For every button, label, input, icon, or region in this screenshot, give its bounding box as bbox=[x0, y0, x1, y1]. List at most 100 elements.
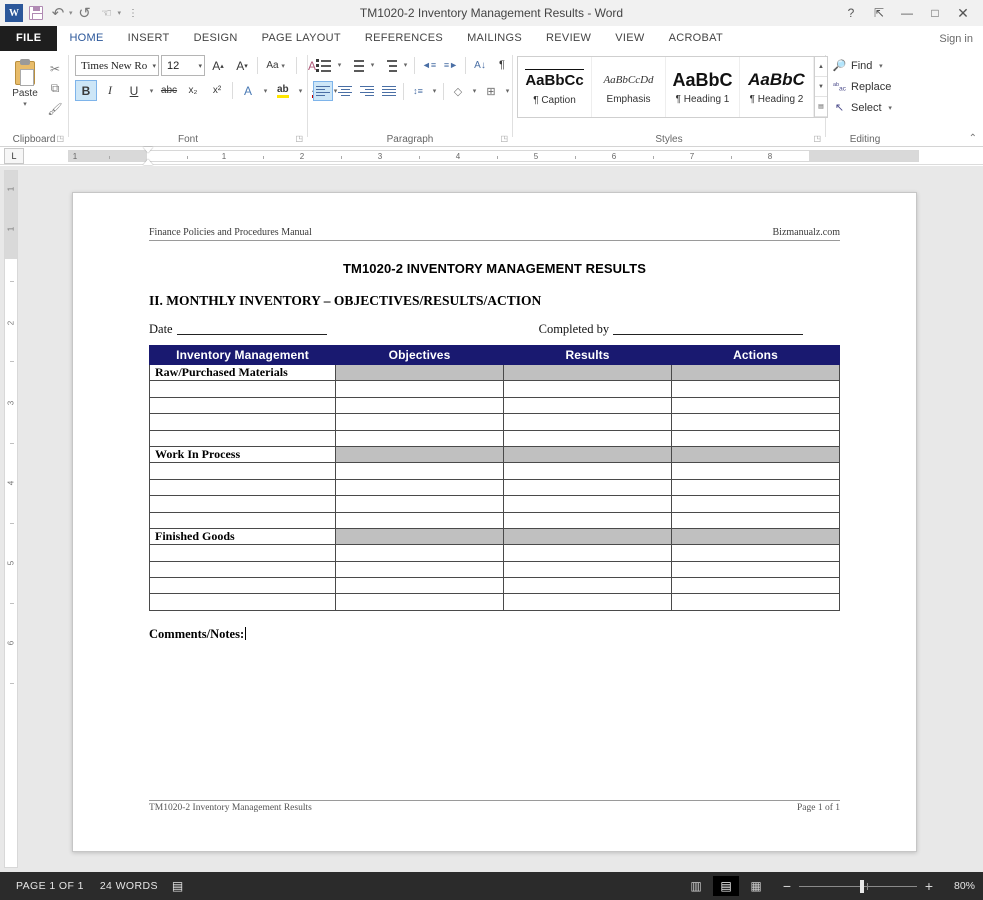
borders-icon[interactable]: ⊞ bbox=[481, 81, 501, 101]
text-effects-caret-icon[interactable]: ▾ bbox=[261, 87, 270, 95]
first-line-indent-marker[interactable] bbox=[143, 147, 153, 153]
table-cell[interactable] bbox=[335, 413, 504, 431]
table-cell[interactable] bbox=[503, 527, 672, 546]
ribbon-display-options-icon[interactable]: ⇱ bbox=[865, 0, 893, 26]
table-cell[interactable] bbox=[671, 413, 840, 431]
align-right-button[interactable] bbox=[357, 81, 377, 101]
table-cell[interactable] bbox=[503, 544, 672, 562]
tab-insert[interactable]: INSERT bbox=[116, 26, 182, 51]
increase-indent-icon[interactable]: ≡► bbox=[441, 55, 461, 75]
table-cell[interactable] bbox=[149, 593, 336, 611]
select-button[interactable]: ↖ Select ▾ bbox=[832, 97, 895, 118]
table-row[interactable] bbox=[149, 495, 840, 513]
underline-button[interactable]: U bbox=[123, 80, 145, 101]
style-caption[interactable]: AaBbCc ¶ Caption bbox=[518, 57, 592, 117]
paste-button[interactable]: Paste ▾ bbox=[4, 55, 46, 108]
table-cell[interactable] bbox=[335, 380, 504, 398]
cut-icon[interactable]: ✂ bbox=[46, 60, 64, 77]
table-cell[interactable] bbox=[149, 478, 336, 497]
tab-view[interactable]: VIEW bbox=[603, 26, 656, 51]
zoom-out-button[interactable]: − bbox=[781, 878, 793, 894]
justify-button[interactable] bbox=[379, 81, 399, 101]
table-cell[interactable] bbox=[149, 462, 336, 480]
table-row[interactable] bbox=[149, 478, 840, 497]
align-left-button[interactable] bbox=[313, 81, 333, 101]
zoom-level-label[interactable]: 80% bbox=[945, 880, 975, 892]
table-cell[interactable] bbox=[149, 511, 336, 529]
strikethrough-button[interactable]: abc bbox=[158, 80, 180, 101]
web-layout-button[interactable]: ▦ bbox=[743, 876, 769, 896]
vertical-ruler[interactable]: 1 1 2 3 4 5 6 bbox=[4, 170, 18, 868]
align-center-button[interactable] bbox=[335, 81, 355, 101]
text-highlight-color-icon[interactable]: ab bbox=[272, 80, 294, 101]
comments-notes-label[interactable]: Comments/Notes: bbox=[149, 626, 247, 642]
line-spacing-caret-icon[interactable]: ▾ bbox=[430, 87, 439, 95]
table-cell[interactable] bbox=[671, 363, 840, 382]
table-cell[interactable] bbox=[503, 478, 672, 497]
table-cell[interactable] bbox=[503, 429, 672, 447]
sort-icon[interactable]: A↓ bbox=[470, 55, 490, 75]
shading-icon[interactable]: ◇ bbox=[448, 81, 468, 101]
styles-dialog-launcher-icon[interactable]: ◳ bbox=[813, 131, 821, 146]
close-button[interactable]: ✕ bbox=[949, 0, 977, 26]
touch-mode-caret-icon[interactable]: ▾ bbox=[118, 9, 122, 17]
bullets-icon[interactable] bbox=[313, 55, 333, 75]
highlight-caret-icon[interactable]: ▾ bbox=[296, 87, 305, 95]
style-heading-2[interactable]: AaBbC ¶ Heading 2 bbox=[740, 57, 814, 117]
table-cell[interactable] bbox=[671, 593, 840, 611]
zoom-slider[interactable] bbox=[799, 879, 917, 893]
tab-design[interactable]: DESIGN bbox=[182, 26, 250, 51]
table-row[interactable]: Raw/Purchased Materials bbox=[149, 363, 840, 382]
table-cell[interactable] bbox=[503, 511, 672, 529]
table-cell[interactable] bbox=[335, 593, 504, 611]
clipboard-dialog-launcher-icon[interactable]: ◳ bbox=[56, 131, 64, 146]
table-cell[interactable] bbox=[503, 577, 672, 595]
table-row[interactable] bbox=[149, 380, 840, 398]
text-effects-icon[interactable]: A bbox=[237, 80, 259, 101]
borders-caret-icon[interactable]: ▾ bbox=[503, 87, 512, 95]
table-cell[interactable] bbox=[335, 445, 504, 464]
table-row[interactable] bbox=[149, 577, 840, 595]
table-cell[interactable] bbox=[335, 560, 504, 579]
subscript-button[interactable]: x₂ bbox=[182, 80, 204, 101]
help-icon[interactable]: ? bbox=[837, 0, 865, 26]
left-indent-marker[interactable] bbox=[143, 159, 153, 165]
table-cell[interactable] bbox=[335, 363, 504, 382]
table-row[interactable] bbox=[149, 462, 840, 480]
table-cell[interactable] bbox=[335, 544, 504, 562]
tab-acrobat[interactable]: ACROBAT bbox=[657, 26, 735, 51]
font-size-caret-icon[interactable]: ▾ bbox=[198, 62, 202, 70]
table-row[interactable] bbox=[149, 429, 840, 447]
table-cell[interactable] bbox=[503, 560, 672, 579]
word-count-status[interactable]: 24 WORDS bbox=[92, 880, 166, 892]
tab-review[interactable]: REVIEW bbox=[534, 26, 603, 51]
proofing-errors-icon[interactable]: ▤ bbox=[166, 879, 189, 893]
table-cell[interactable] bbox=[149, 495, 336, 513]
tab-stop-selector[interactable]: L bbox=[4, 147, 24, 164]
font-size-combo[interactable]: 12 ▾ bbox=[161, 55, 205, 76]
select-caret-icon[interactable]: ▾ bbox=[886, 104, 895, 112]
table-cell[interactable] bbox=[335, 577, 504, 595]
table-row[interactable]: Finished Goods bbox=[149, 527, 840, 546]
page-count-status[interactable]: PAGE 1 OF 1 bbox=[8, 880, 92, 892]
style-heading-1[interactable]: AaBbC ¶ Heading 1 bbox=[666, 57, 740, 117]
table-cell[interactable] bbox=[149, 413, 336, 431]
table-cell[interactable] bbox=[671, 560, 840, 579]
undo-caret-icon[interactable]: ▾ bbox=[69, 9, 73, 17]
document-page[interactable]: Finance Policies and Procedures Manual B… bbox=[72, 192, 917, 852]
zoom-in-button[interactable]: + bbox=[923, 878, 935, 894]
table-cell[interactable] bbox=[503, 593, 672, 611]
table-cell[interactable] bbox=[671, 495, 840, 513]
table-row[interactable] bbox=[149, 544, 840, 562]
table-row[interactable] bbox=[149, 511, 840, 529]
table-cell[interactable] bbox=[335, 396, 504, 415]
table-cell[interactable] bbox=[671, 462, 840, 480]
paragraph-dialog-launcher-icon[interactable]: ◳ bbox=[500, 131, 508, 146]
shading-caret-icon[interactable]: ▾ bbox=[470, 87, 479, 95]
table-cell[interactable] bbox=[671, 544, 840, 562]
table-cell[interactable] bbox=[503, 380, 672, 398]
font-name-caret-icon[interactable]: ▾ bbox=[152, 62, 156, 70]
table-cell[interactable] bbox=[335, 527, 504, 546]
table-cell[interactable] bbox=[503, 495, 672, 513]
read-mode-button[interactable]: ▥ bbox=[683, 876, 709, 896]
